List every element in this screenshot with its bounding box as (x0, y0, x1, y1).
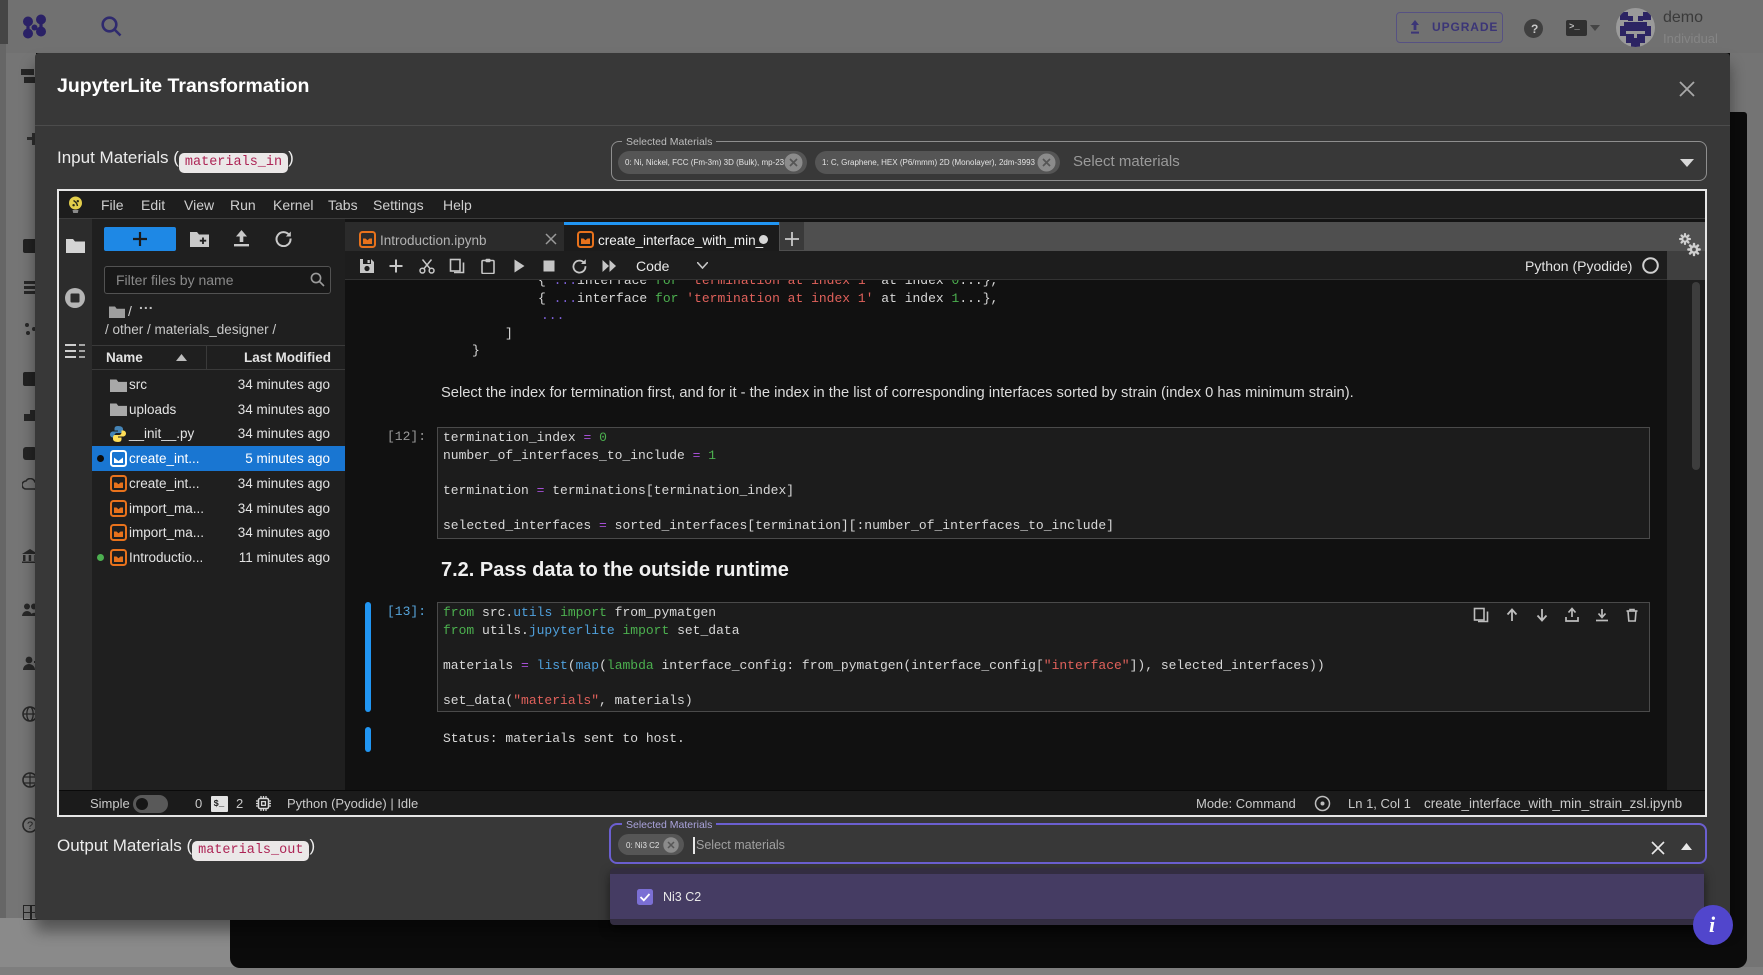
svg-text:?: ? (27, 820, 33, 832)
